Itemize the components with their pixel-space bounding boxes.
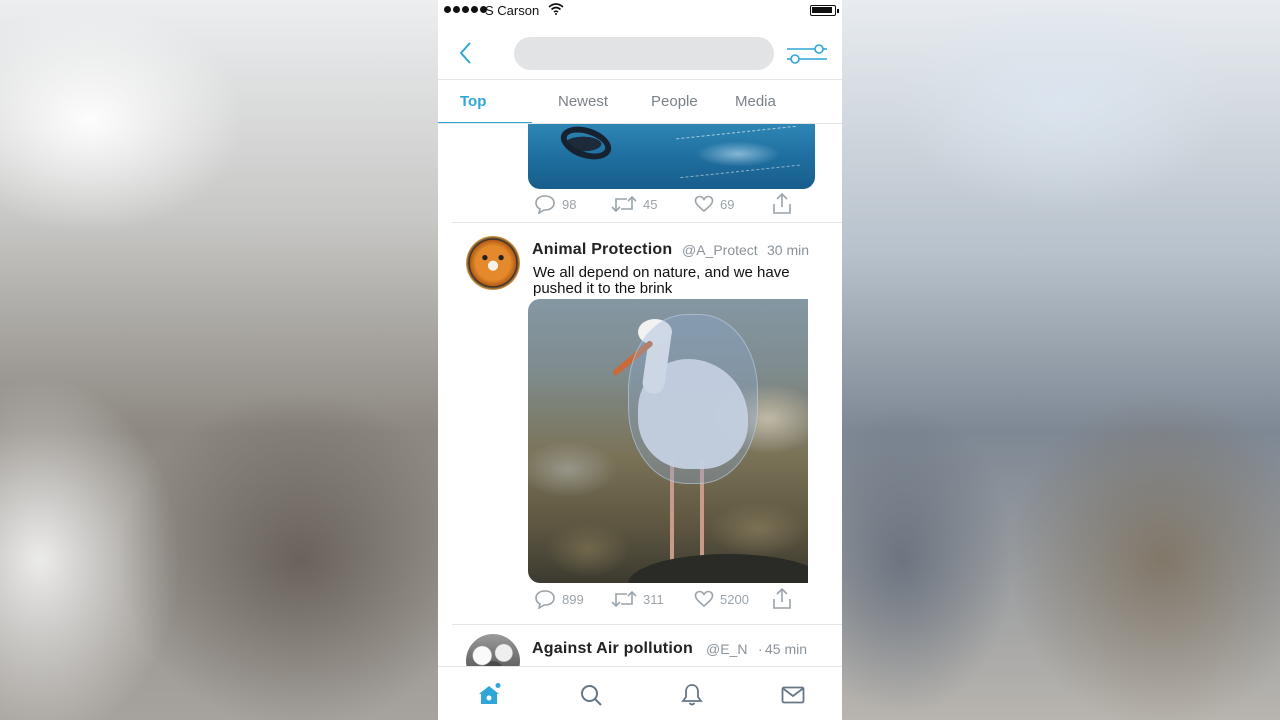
retweet-count: 45	[643, 196, 658, 212]
tweet-author[interactable]: Animal Protection	[532, 241, 672, 259]
reply-button[interactable]: 899	[534, 587, 584, 611]
share-button[interactable]	[772, 587, 792, 611]
status-bar: S Carson	[438, 0, 842, 22]
bottom-tab-bar	[438, 666, 842, 720]
tire-shape	[556, 124, 616, 166]
share-icon	[773, 588, 791, 609]
mail-icon[interactable]	[781, 683, 805, 707]
share-button[interactable]	[772, 192, 792, 216]
tire-perch	[628, 554, 808, 583]
heart-icon	[694, 195, 714, 213]
tweet-divider	[452, 222, 842, 223]
retweet-icon	[611, 195, 637, 213]
tweet-media-image[interactable]	[528, 124, 815, 189]
wifi-icon	[548, 3, 564, 15]
tweet-handle[interactable]: @E_N	[706, 641, 747, 657]
tweet-separator-dot: ·	[758, 641, 763, 657]
tweet-divider	[452, 624, 842, 625]
reply-button[interactable]: 98	[534, 192, 576, 216]
tweet-actions: 98 45 69	[534, 192, 804, 216]
tweet-actions: 899 311 5200	[534, 587, 804, 611]
battery-icon	[810, 5, 839, 16]
retweet-button[interactable]: 45	[611, 192, 657, 216]
like-button[interactable]: 5200	[694, 587, 749, 611]
reply-icon	[535, 590, 555, 609]
avatar[interactable]	[466, 634, 520, 666]
plastic-bag	[628, 314, 758, 484]
tab-people[interactable]: People	[651, 93, 698, 110]
bell-icon[interactable]	[680, 683, 704, 707]
tweet-feed[interactable]: 98 45 69 Animal Protection @A_Protect 30…	[438, 124, 842, 666]
like-button[interactable]: 69	[694, 192, 734, 216]
tweet-timestamp: 30 min	[767, 242, 810, 258]
tab-newest[interactable]: Newest	[558, 93, 608, 110]
retweet-icon	[611, 590, 637, 608]
heart-icon	[694, 590, 714, 608]
avatar[interactable]	[466, 236, 520, 290]
search-tabs: Top Newest People Media	[438, 80, 842, 124]
tweet-timestamp: 45 min	[765, 641, 808, 657]
blurred-background-left	[0, 0, 438, 720]
like-count: 5200	[720, 591, 749, 607]
fishing-net-shape	[676, 125, 800, 179]
tab-media[interactable]: Media	[735, 93, 776, 110]
home-icon[interactable]	[477, 683, 501, 707]
retweet-button[interactable]: 311	[611, 587, 664, 611]
reply-count: 899	[562, 591, 584, 607]
share-icon	[773, 193, 791, 214]
tweet-author[interactable]: Against Air pollution	[532, 640, 693, 658]
tweet-text: We all depend on nature, and we have pus…	[533, 264, 790, 297]
blurred-background-right	[842, 0, 1280, 720]
back-button[interactable]	[456, 40, 476, 66]
like-count: 69	[720, 196, 735, 212]
search-icon[interactable]	[579, 683, 603, 707]
signal-strength-icon	[444, 6, 487, 13]
reply-count: 98	[562, 196, 577, 212]
tweet-media-image[interactable]	[528, 299, 808, 583]
search-input[interactable]	[514, 37, 774, 70]
carrier-name: S Carson	[485, 3, 540, 18]
retweet-count: 311	[643, 591, 664, 607]
reply-icon	[535, 195, 555, 214]
tweet-handle[interactable]: @A_Protect	[682, 242, 758, 258]
tab-top[interactable]: Top	[460, 93, 486, 110]
phone-screen: S Carson Top Newest People Media 98 45 6…	[438, 0, 842, 720]
filter-settings-button[interactable]	[786, 42, 828, 66]
